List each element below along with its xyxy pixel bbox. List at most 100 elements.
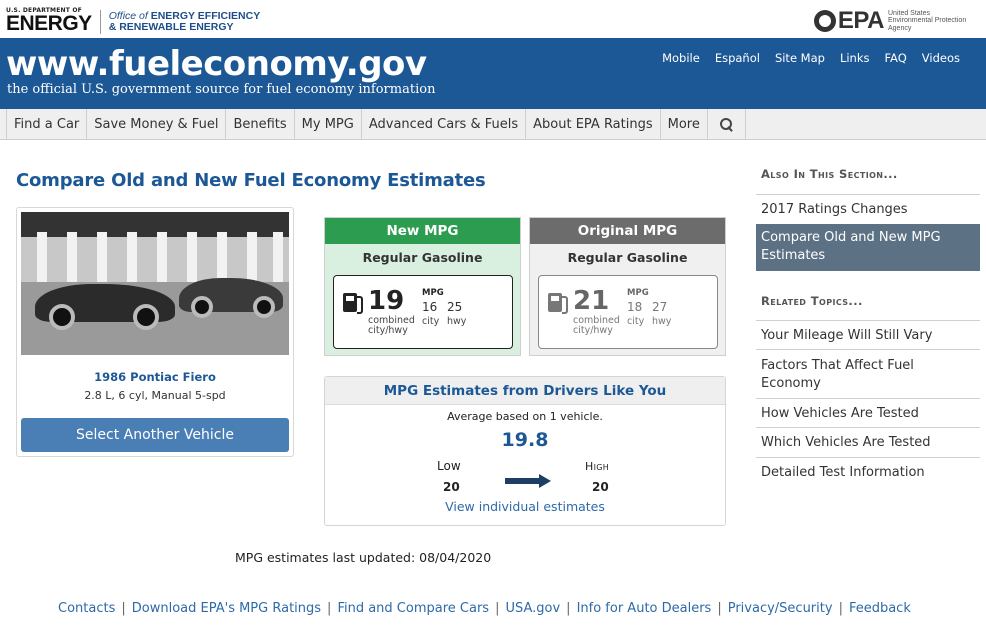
nav-my-mpg[interactable]: My MPG (295, 109, 362, 140)
footer-privacy[interactable]: Privacy/Security (728, 601, 833, 616)
site-banner: www.fueleconomy.gov the official U.S. go… (0, 38, 986, 109)
eere-text: Office of ENERGY EFFICIENCY & RENEWABLE … (109, 11, 261, 33)
vehicle-name-link[interactable]: 1986 Pontiac Fiero (17, 370, 293, 384)
new-mpg-combined: 19 (368, 286, 405, 316)
nav-more[interactable]: More (661, 109, 708, 140)
nav-find-a-car[interactable]: Find a Car (7, 109, 88, 140)
nav-advanced-cars-fuels[interactable]: Advanced Cars & Fuels (362, 109, 527, 140)
new-mpg-header: New MPG (325, 218, 520, 244)
footer-separator: | (566, 601, 571, 616)
link-espanol[interactable]: Español (715, 51, 760, 65)
sidebar-item-2017-ratings-changes[interactable]: 2017 Ratings Changes (756, 201, 980, 219)
original-mpg-city-label: city (627, 316, 645, 327)
original-mpg-panel: Original MPG Regular Gasoline 21 combine… (529, 217, 726, 356)
view-individual-estimates-link[interactable]: View individual estimates (325, 499, 725, 514)
sidebar-divider (756, 349, 980, 350)
high-label: High (585, 460, 610, 473)
epa-text-2: Environmental Protection (888, 17, 967, 25)
nav-search-button[interactable] (708, 109, 746, 140)
vehicle-card: 1986 Pontiac Fiero 2.8 L, 6 cyl, Manual … (16, 207, 294, 457)
photo-column (157, 232, 167, 284)
footer-auto-dealers[interactable]: Info for Auto Dealers (577, 601, 712, 616)
footer-links: Contacts | Download EPA's MPG Ratings | Find… (58, 601, 911, 616)
photo-wheel (253, 296, 275, 318)
epa-text-3: Agency (888, 24, 912, 32)
link-links[interactable]: Links (840, 51, 870, 65)
site-title[interactable]: www.fueleconomy.gov (6, 44, 427, 84)
new-mpg-combined-label: combined city/hwy (368, 316, 415, 336)
page-title: Compare Old and New Fuel Economy Estimat… (16, 170, 486, 191)
doe-eere-logo[interactable]: U.S. DEPARTMENT OF ENERGY Office of ENER… (6, 8, 260, 36)
doe-logo: U.S. DEPARTMENT OF ENERGY (6, 8, 92, 36)
select-another-vehicle-button[interactable]: Select Another Vehicle (21, 418, 289, 452)
sidebar-item-which-tested[interactable]: Which Vehicles Are Tested (756, 434, 980, 452)
low-label: Low (437, 459, 461, 473)
driver-average-text: Average based on 1 vehicle. (447, 410, 603, 423)
sidebar-item-how-tested[interactable]: How Vehicles Are Tested (756, 405, 980, 423)
sidebar-section-heading: Also In This Section... (761, 167, 898, 181)
link-videos[interactable]: Videos (922, 51, 960, 65)
footer-separator: | (495, 601, 500, 616)
link-faq[interactable]: FAQ (885, 51, 907, 65)
sidebar-divider (756, 320, 980, 321)
nav-items: Find a Car Save Money & Fuel Benefits My… (6, 109, 746, 140)
sidebar-divider (756, 398, 980, 399)
epa-logo-block[interactable]: EPA United States Environmental Protecti… (813, 7, 978, 35)
driver-average-value: 19.8 (501, 429, 549, 451)
epa-agency-name: United States Environmental Protection A… (888, 10, 978, 33)
footer-find-compare[interactable]: Find and Compare Cars (337, 601, 489, 616)
footer-separator: | (717, 601, 722, 616)
footer-usa-gov[interactable]: USA.gov (505, 601, 560, 616)
logo-divider (99, 10, 101, 34)
epa-flower-icon (813, 10, 836, 32)
last-updated-text: MPG estimates last updated: 08/04/2020 (235, 550, 492, 565)
sidebar-item-detailed-test[interactable]: Detailed Test Information (756, 464, 980, 482)
photo-column (247, 232, 257, 284)
photo-wheel (133, 304, 159, 330)
footer-feedback[interactable]: Feedback (849, 601, 911, 616)
new-mpg-fuel-type: Regular Gasoline (362, 250, 483, 265)
new-mpg-panel: New MPG Regular Gasoline 19 combined cit… (324, 217, 521, 356)
agency-header: U.S. DEPARTMENT OF ENERGY Office of ENER… (0, 0, 986, 38)
sidebar-item-factors[interactable]: Factors That Affect Fuel Economy (756, 357, 980, 393)
nav-benefits[interactable]: Benefits (226, 109, 295, 140)
epa-logo-text: EPA (837, 7, 885, 34)
link-site-map[interactable]: Site Map (775, 51, 825, 65)
photo-column (97, 232, 107, 284)
sidebar-item-mileage-vary[interactable]: Your Mileage Will Still Vary (756, 327, 980, 345)
photo-column (127, 232, 137, 284)
sidebar-divider (756, 457, 980, 458)
combined-label-line2: city/hwy (368, 325, 408, 336)
main-nav: Find a Car Save Money & Fuel Benefits My… (0, 109, 986, 140)
sidebar-item-compare-estimates-active[interactable]: Compare Old and New MPG Estimates (756, 224, 980, 271)
footer-download-ratings[interactable]: Download EPA's MPG Ratings (132, 601, 321, 616)
footer-contacts[interactable]: Contacts (58, 601, 115, 616)
nav-about-epa-ratings[interactable]: About EPA Ratings (526, 109, 661, 140)
new-mpg-values: 19 combined city/hwy MPG 16 25 city hwy (333, 275, 513, 349)
original-mpg-values: 21 combined city/hwy MPG 18 27 city hwy (538, 275, 718, 349)
photo-column (217, 232, 227, 284)
site-tagline: the official U.S. government source for … (7, 82, 436, 97)
link-mobile[interactable]: Mobile (662, 51, 700, 65)
vehicle-photo (21, 212, 289, 355)
vehicle-description: 2.8 L, 6 cyl, Manual 5-spd (84, 389, 226, 402)
new-mpg-unit: MPG (422, 288, 444, 298)
photo-wheel (49, 304, 75, 330)
photo-column (37, 232, 47, 284)
footer-separator: | (121, 601, 126, 616)
original-mpg-hwy: 27 (652, 300, 668, 314)
fuel-pump-icon (548, 293, 568, 314)
epa-text-1: United States (888, 9, 931, 17)
fuel-pump-icon (343, 293, 363, 314)
photo-column (187, 232, 197, 284)
original-mpg-city: 18 (627, 300, 643, 314)
new-mpg-hwy: 25 (447, 300, 463, 314)
sidebar-divider (756, 194, 980, 195)
nav-save-money-fuel[interactable]: Save Money & Fuel (87, 109, 227, 140)
footer-separator: | (838, 601, 843, 616)
sidebar-divider (756, 427, 980, 428)
photo-column (273, 232, 283, 284)
photo-column (67, 232, 77, 284)
epa-logo: EPA (813, 7, 885, 35)
original-mpg-combined-label: combined city/hwy (573, 316, 620, 336)
